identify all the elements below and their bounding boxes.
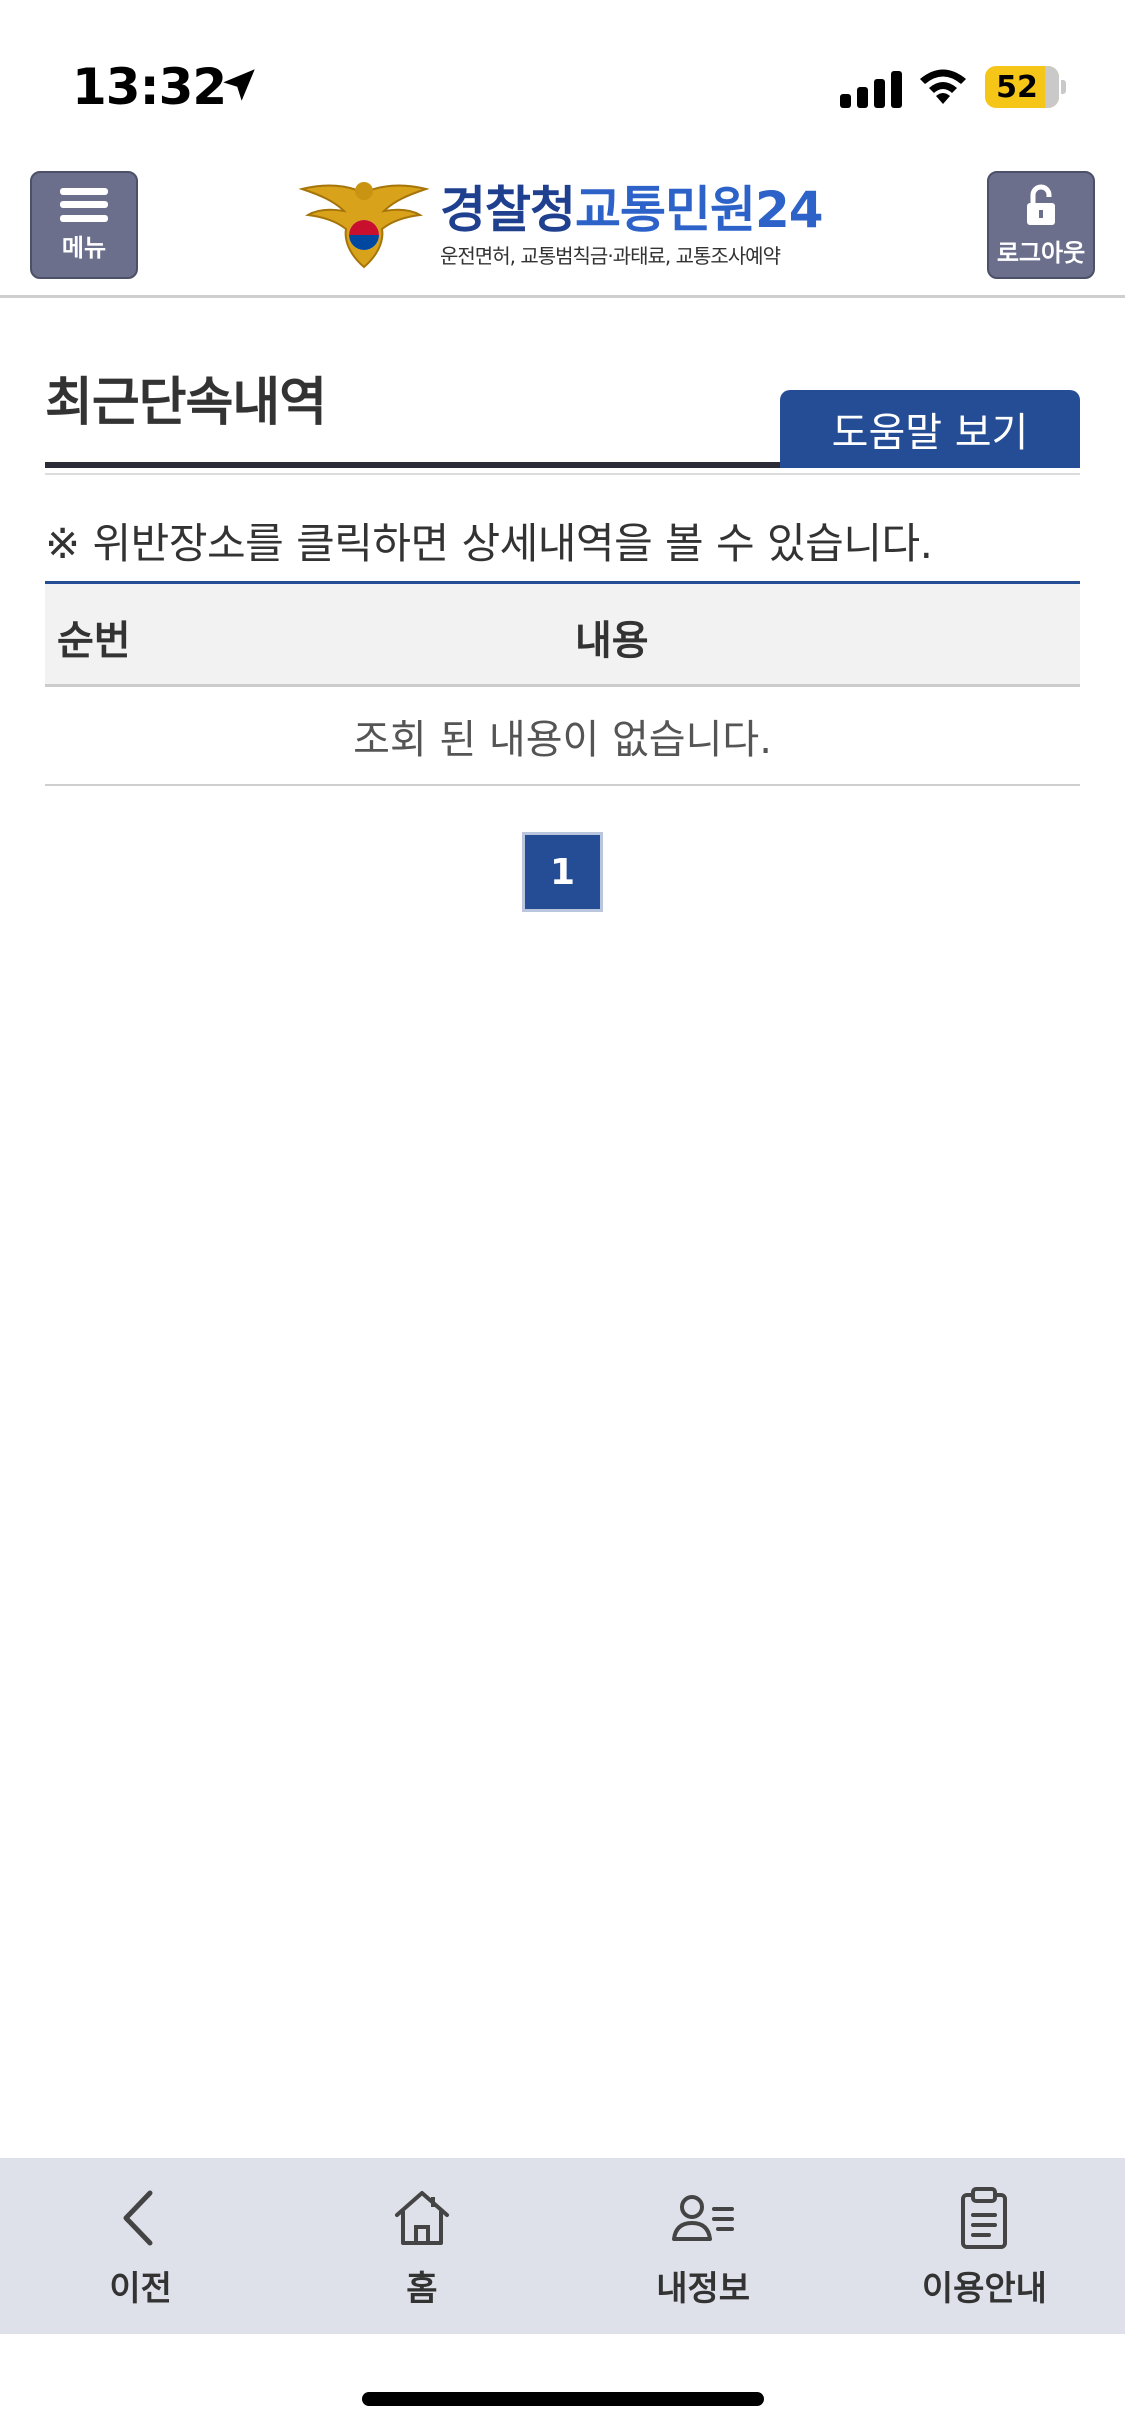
nav-label-home: 홈 [406,2268,438,2309]
police-emblem-icon [298,182,430,269]
clipboard-icon [961,2186,1008,2249]
status-bar: 13:32 52 [0,0,1125,150]
table-header: 순번 내용 [45,584,1080,687]
menu-label: 메뉴 [61,233,107,262]
page-title: 최근단속내역 [45,373,327,433]
column-header-content: 내용 [575,618,649,664]
home-indicator[interactable] [362,2392,764,2406]
logo-title-police: 경찰청 [440,180,576,239]
nav-label-my-info: 내정보 [656,2268,751,2309]
logo-subtitle: 운전면허, 교통범칙금·과태료, 교통조사예약 [440,243,781,268]
police-logo[interactable]: 경찰청교통민원24 운전면허, 교통범칙금·과태료, 교통조사예약 [298,170,824,280]
empty-message: 조회 된 내용이 없습니다. [45,687,1080,786]
home-icon [394,2190,449,2245]
battery-level: 52 [996,69,1038,105]
logout-button[interactable]: 로그아웃 [987,171,1095,279]
page-header: 최근단속내역 도움말 보기 [45,360,1080,468]
battery-indicator: 52 [985,66,1066,108]
logout-label: 로그아웃 [996,238,1086,267]
cellular-signal-icon [840,68,902,108]
location-arrow-icon [223,69,255,101]
wifi-icon [920,69,966,104]
notice-text: ※ 위반장소를 클릭하면 상세내역을 볼 수 있습니다. [45,519,933,568]
nav-label-guide: 이용안내 [921,2268,1047,2309]
page-button-current[interactable]: 1 [522,832,603,912]
app-header: 메뉴 경찰청교통민원24 운전면허, 교통범칙금·과태료, 교통조사예약 로그아… [0,150,1125,298]
back-chevron-icon [123,2190,153,2245]
violations-table: 순번 내용 조회 된 내용이 없습니다. [45,581,1080,786]
nav-back[interactable]: 이전 [0,2158,281,2334]
nav-my-info[interactable]: 내정보 [563,2158,844,2334]
unlock-icon [1027,184,1055,225]
help-button[interactable]: 도움말 보기 [780,390,1080,468]
profile-icon [672,2194,735,2241]
bottom-nav: 이전 홈 내정보 이용안내 [0,2158,1125,2334]
hamburger-icon [60,187,108,222]
nav-label-back: 이전 [109,2268,172,2309]
column-header-number: 순번 [57,618,131,664]
menu-button[interactable]: 메뉴 [30,171,138,279]
nav-home[interactable]: 홈 [281,2158,562,2334]
logo-title-service: 교통민원24 [575,180,824,239]
nav-guide[interactable]: 이용안내 [844,2158,1125,2334]
divider [45,473,1080,475]
logo-title: 경찰청교통민원24 [440,180,824,239]
status-time: 13:32 [72,58,227,116]
